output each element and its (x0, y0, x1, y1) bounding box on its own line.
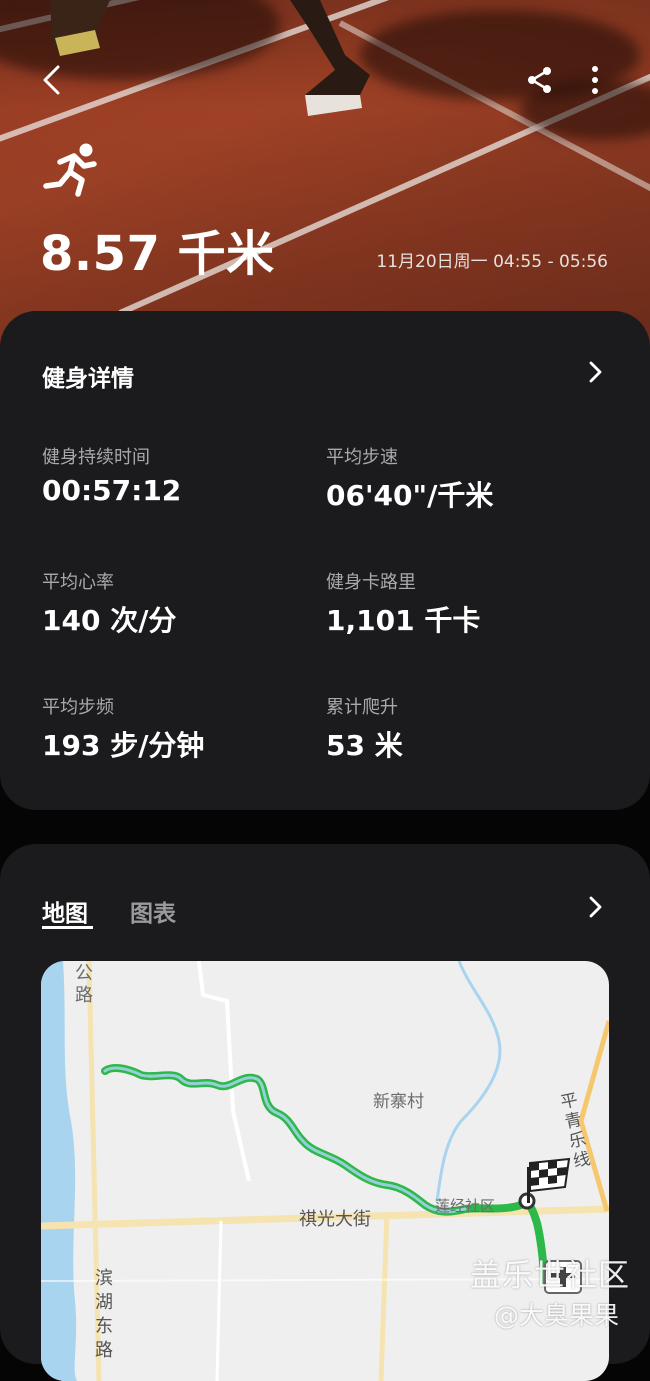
runner-legs-image (290, 0, 370, 116)
stat-label-elevation: 累计爬升 (326, 697, 398, 718)
stat-value-pace: 06'40"/千米 (326, 479, 494, 512)
stat-label-heart-rate: 平均心率 (42, 572, 114, 593)
map-label-road-top: 公路 (75, 963, 93, 1006)
stat-label-cadence: 平均步频 (42, 697, 114, 718)
tab-map[interactable]: 地图 (42, 894, 88, 928)
map-label-street: 祺光大街 (299, 1209, 371, 1230)
chevron-right-icon[interactable] (584, 896, 606, 918)
stat-value-heart-rate: 140 次/分 (42, 604, 177, 637)
share-icon[interactable] (518, 58, 562, 102)
workout-details-card[interactable]: 健身详情 健身持续时间 00:57:12 平均步速 06'40"/千米 平均心率… (0, 311, 650, 810)
running-icon (43, 143, 97, 197)
stat-label-pace: 平均步速 (326, 447, 398, 468)
workout-time-range: 11月20日周一 04:55 - 05:56 (376, 252, 608, 272)
watermark-community: 盖乐世社区 (470, 1258, 630, 1294)
chevron-right-icon[interactable] (584, 361, 606, 383)
stat-label-duration: 健身持续时间 (42, 447, 150, 468)
more-vert-icon[interactable] (573, 58, 617, 102)
tab-active-indicator (42, 926, 93, 929)
map-label-village: 新寨村 (373, 1092, 424, 1112)
tab-chart[interactable]: 图表 (130, 894, 176, 928)
distance-value: 8.57 千米 (40, 226, 275, 282)
details-title: 健身详情 (42, 366, 134, 392)
watermark-author: @大臭果果 (494, 1301, 620, 1330)
stat-value-calories: 1,101 千卡 (326, 604, 481, 637)
stat-value-elevation: 53 米 (326, 729, 403, 762)
runner-foot-image (50, 0, 110, 56)
map-label-community: 莲经社区 (435, 1197, 496, 1215)
stat-value-cadence: 193 步/分钟 (42, 729, 205, 762)
finish-flag-icon (518, 1157, 571, 1210)
stat-label-calories: 健身卡路里 (326, 572, 416, 593)
back-arrow-icon[interactable] (30, 58, 74, 102)
stat-value-duration: 00:57:12 (42, 474, 182, 507)
hero-header: 8.57 千米 11月20日周一 04:55 - 05:56 (0, 0, 650, 360)
lake-shape (41, 961, 77, 1381)
